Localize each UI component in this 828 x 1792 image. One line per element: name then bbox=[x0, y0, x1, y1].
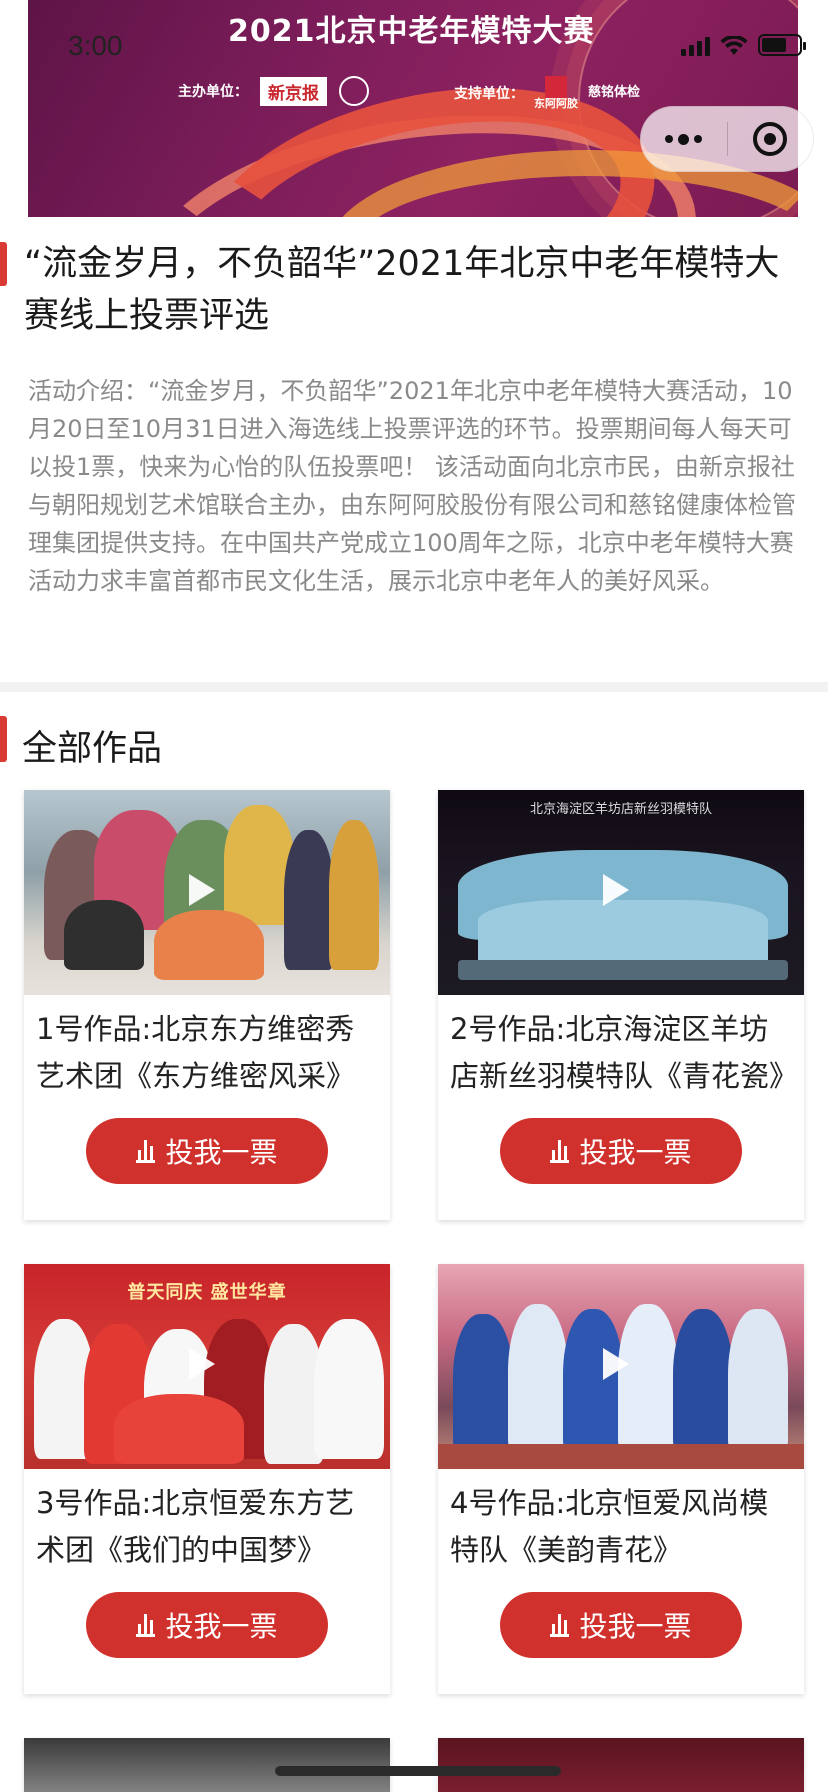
miniprogram-capsule bbox=[640, 106, 814, 172]
supporter-1-name: 东阿阿胶 bbox=[534, 97, 578, 110]
work-card-6-partial[interactable] bbox=[438, 1738, 804, 1792]
work-card-2[interactable]: 北京海淀区羊坊店新丝羽模特队 2号作品:北京海淀区羊坊店新丝羽模特队《青花瓷》 … bbox=[438, 790, 804, 1220]
work-title[interactable]: 4号作品:北京恒爱风尚模特队《美韵青花》 bbox=[450, 1480, 796, 1574]
banner-organizers: 主办单位： 新京报 bbox=[178, 76, 369, 106]
section-title: 全部作品 bbox=[22, 729, 163, 769]
section-accent-bar bbox=[0, 716, 7, 762]
home-indicator[interactable] bbox=[275, 1766, 561, 1776]
top-area: 2021北京中老年模特大赛 主办单位： 新京报 支持单位： 东阿阿胶 慈铭体检 … bbox=[0, 0, 828, 218]
close-target-icon[interactable] bbox=[728, 107, 814, 171]
vote-button-label: 投我一票 bbox=[579, 1136, 692, 1169]
article-intro: “流金岁月，不负韶华”2021年北京中老年模特大赛线上投票评选 活动介绍：“流金… bbox=[0, 218, 828, 682]
status-time: 3:00 bbox=[68, 30, 123, 61]
vote-button[interactable]: 投我一票 bbox=[500, 1592, 742, 1658]
signal-icon bbox=[681, 37, 710, 56]
bar-chart-icon bbox=[550, 1139, 570, 1163]
video-thumbnail[interactable]: 普天同庆 盛世华章 bbox=[24, 1264, 390, 1469]
video-thumbnail[interactable]: 北京海淀区羊坊店新丝羽模特队 bbox=[438, 790, 804, 995]
wifi-icon bbox=[720, 36, 748, 55]
vote-button[interactable]: 投我一票 bbox=[86, 1118, 328, 1184]
more-dots-icon[interactable] bbox=[641, 107, 727, 171]
title-accent-bar bbox=[0, 242, 7, 286]
work-card-5-partial[interactable] bbox=[24, 1738, 390, 1792]
article-description: 活动介绍：“流金岁月，不负韶华”2021年北京中老年模特大赛活动，10月20日至… bbox=[28, 377, 796, 595]
supporter-label: 支持单位： bbox=[454, 86, 524, 103]
status-icons bbox=[681, 34, 806, 56]
supporter-2-name: 慈铭体检 bbox=[588, 84, 641, 100]
play-icon[interactable] bbox=[603, 874, 629, 906]
work-card-1[interactable]: 1号作品:北京东方维密秀艺术团《东方维密风采》 投我一票 bbox=[24, 790, 390, 1220]
bar-chart-icon bbox=[550, 1613, 570, 1637]
bar-chart-icon bbox=[136, 1139, 156, 1163]
work-title[interactable]: 2号作品:北京海淀区羊坊店新丝羽模特队《青花瓷》 bbox=[450, 1006, 796, 1100]
bar-chart-icon bbox=[136, 1613, 156, 1637]
vote-button[interactable]: 投我一票 bbox=[500, 1118, 742, 1184]
work-card-3[interactable]: 普天同庆 盛世华章 3号作品:北京恒爱东方艺术团《我们的中国梦》 投我一票 bbox=[24, 1264, 390, 1694]
play-icon[interactable] bbox=[603, 1348, 629, 1380]
organizer-name: 新京报 bbox=[260, 76, 327, 106]
video-thumbnail[interactable] bbox=[438, 1264, 804, 1469]
video-thumbnail[interactable] bbox=[438, 1738, 804, 1792]
organizer-label: 主办单位： bbox=[178, 84, 248, 100]
work-title[interactable]: 3号作品:北京恒爱东方艺术团《我们的中国梦》 bbox=[36, 1480, 382, 1574]
thumbnail-caption: 北京海淀区羊坊店新丝羽模特队 bbox=[529, 802, 712, 817]
video-thumbnail[interactable] bbox=[24, 790, 390, 995]
play-icon[interactable] bbox=[189, 874, 215, 906]
thumbnail-caption: 普天同庆 盛世华章 bbox=[127, 1282, 287, 1303]
vote-button[interactable]: 投我一票 bbox=[86, 1592, 328, 1658]
works-section: 全部作品 1号作品:北京东方维密秀艺术团《东方维密风采》 投我一票 北京海淀区羊… bbox=[0, 692, 828, 1792]
video-thumbnail[interactable] bbox=[24, 1738, 390, 1792]
vote-button-label: 投我一票 bbox=[165, 1136, 278, 1169]
battery-icon bbox=[758, 34, 806, 56]
banner-supporters: 支持单位： 东阿阿胶 慈铭体检 bbox=[454, 76, 640, 110]
vote-button-label: 投我一票 bbox=[165, 1610, 278, 1643]
work-title[interactable]: 1号作品:北京东方维密秀艺术团《东方维密风采》 bbox=[36, 1006, 382, 1100]
banner-title: 2021北京中老年模特大赛 bbox=[228, 14, 595, 49]
organizer-logo-icon bbox=[339, 76, 369, 106]
vote-button-label: 投我一票 bbox=[579, 1610, 692, 1643]
article-title: “流金岁月，不负韶华”2021年北京中老年模特大赛线上投票评选 bbox=[24, 244, 780, 336]
play-icon[interactable] bbox=[189, 1348, 215, 1380]
supporter-logo-icon bbox=[545, 76, 567, 98]
work-card-4[interactable]: 4号作品:北京恒爱风尚模特队《美韵青花》 投我一票 bbox=[438, 1264, 804, 1694]
